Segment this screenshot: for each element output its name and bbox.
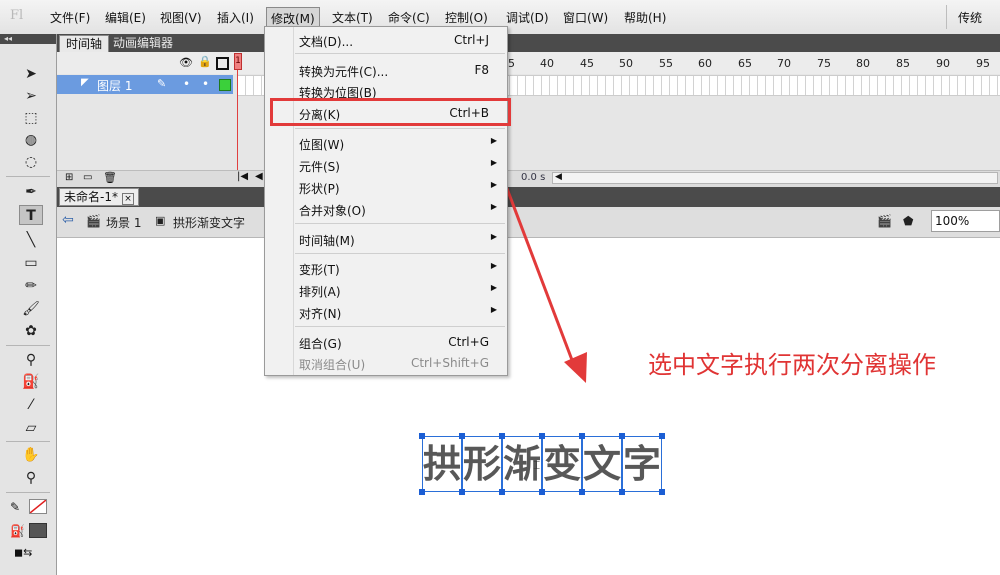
submenu-arrow-icon: ▶ [490, 232, 497, 241]
menu-item-combine-objects[interactable]: 合并对象(O) ▶ [265, 199, 507, 219]
menu-item-timeline[interactable]: 时间轴(M) ▶ [265, 229, 507, 249]
menu-separator [295, 53, 505, 54]
submenu-arrow-icon: ▶ [490, 283, 497, 292]
annotation-text: 选中文字执行两次分离操作 [648, 351, 936, 379]
menu-separator [295, 128, 505, 129]
menu-item-align[interactable]: 对齐(N) ▶ [265, 302, 507, 322]
menu-separator [295, 253, 505, 254]
submenu-arrow-icon: ▶ [490, 305, 497, 314]
submenu-arrow-icon: ▶ [490, 261, 497, 270]
submenu-arrow-icon: ▶ [490, 202, 497, 211]
menu-item-group[interactable]: 组合(G) Ctrl+G [265, 332, 507, 352]
menu-item-transform[interactable]: 变形(T) ▶ [265, 258, 507, 278]
menu-separator [295, 223, 505, 224]
modify-menu: 文档(D)... Ctrl+J 转换为元件(C)... F8 转换为位图(B) 分离… [264, 26, 508, 376]
menu-item-arrange[interactable]: 排列(A) ▶ [265, 280, 507, 300]
menu-separator [295, 326, 505, 327]
menu-item-bitmap[interactable]: 位图(W) ▶ [265, 133, 507, 153]
menu-item-symbol[interactable]: 元件(S) ▶ [265, 155, 507, 175]
highlight-box [270, 98, 511, 126]
menu-item-document[interactable]: 文档(D)... Ctrl+J [265, 30, 507, 50]
menu-item-ungroup: 取消组合(U) Ctrl+Shift+G [299, 356, 489, 372]
menu-item-shape[interactable]: 形状(P) ▶ [265, 177, 507, 197]
submenu-arrow-icon: ▶ [490, 158, 497, 167]
menu-item-convert-to-symbol[interactable]: 转换为元件(C)... F8 [265, 60, 507, 80]
submenu-arrow-icon: ▶ [490, 136, 497, 145]
submenu-arrow-icon: ▶ [490, 180, 497, 189]
